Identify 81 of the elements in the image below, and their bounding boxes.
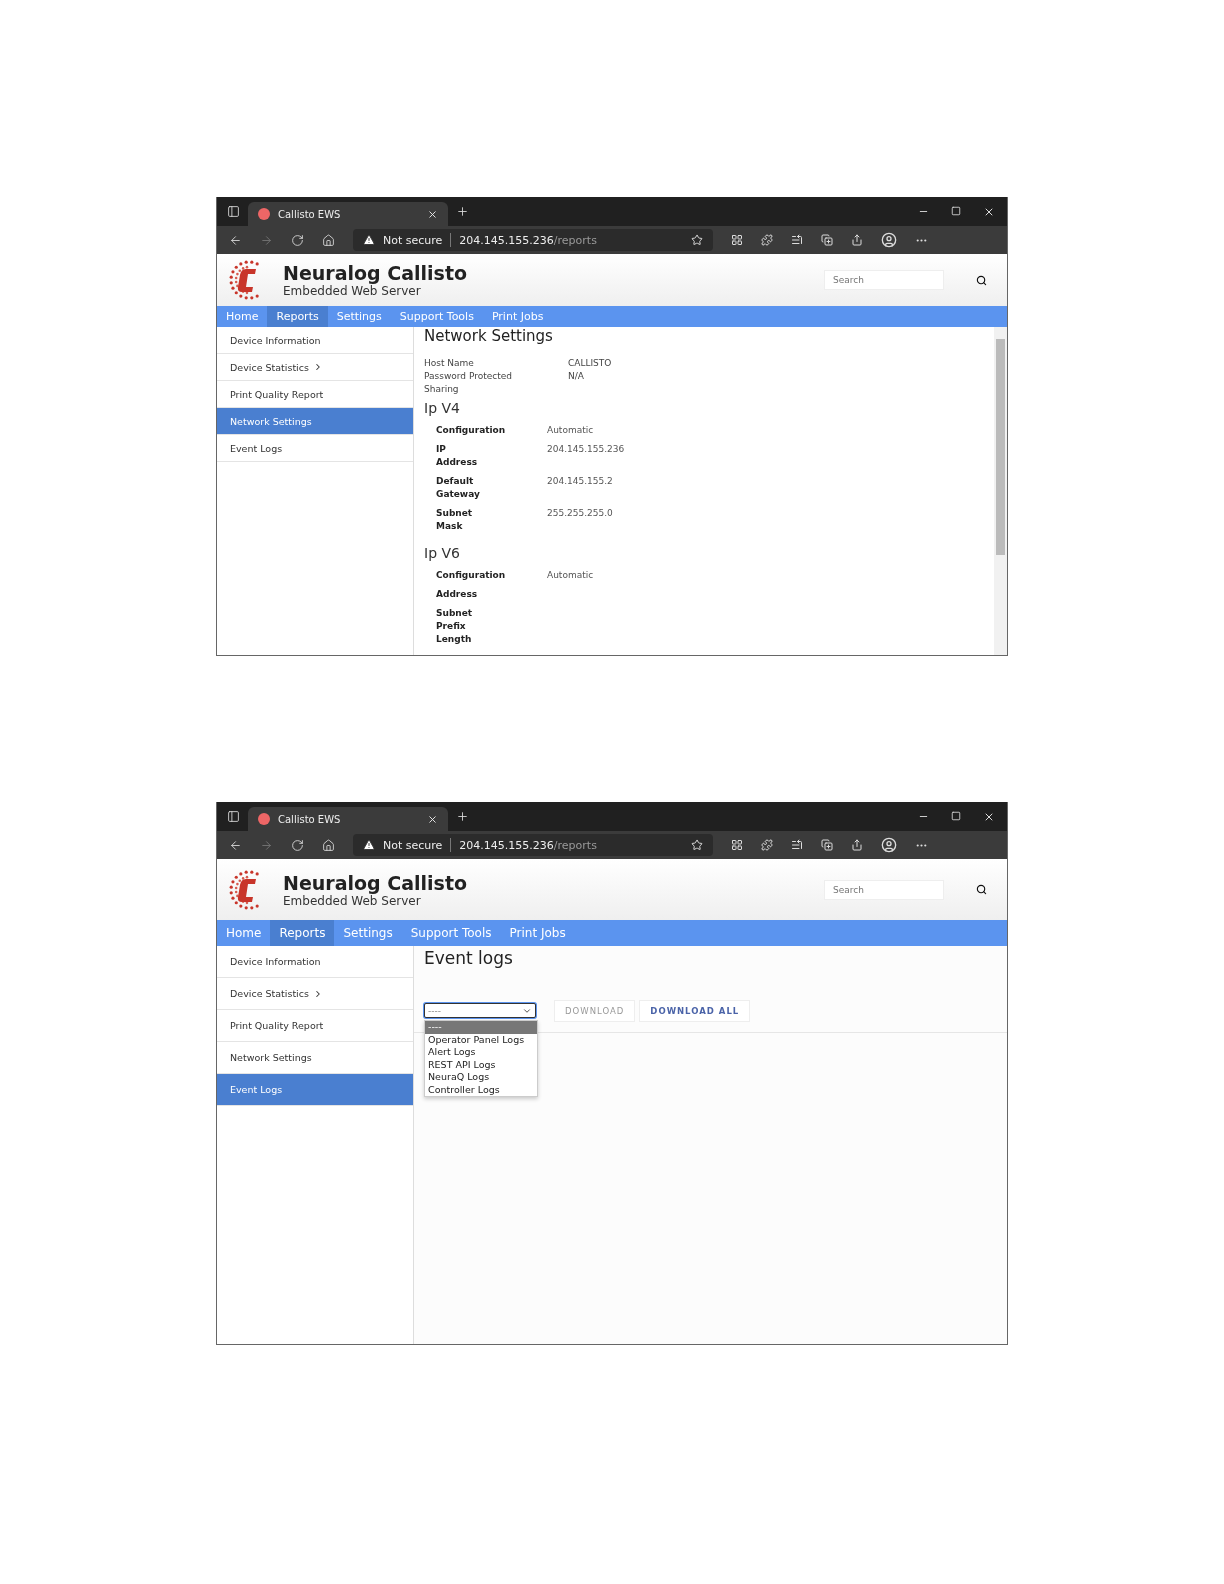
favicon-icon: [258, 208, 270, 220]
new-tab-icon[interactable]: [456, 205, 469, 218]
maximize-icon[interactable]: [951, 205, 961, 216]
favorites-icon[interactable]: [791, 234, 803, 246]
reload-icon[interactable]: [291, 838, 304, 852]
download-button[interactable]: DOWNLOAD ALL: [639, 1000, 751, 1022]
log-type-select[interactable]: ----: [424, 1003, 536, 1018]
extension-icon[interactable]: [731, 234, 743, 246]
security-label: Not secure: [383, 233, 443, 247]
back-icon[interactable]: [229, 838, 242, 852]
field-value: 204.145.155.2: [547, 475, 613, 488]
puzzle-icon[interactable]: [761, 839, 773, 851]
field-value: 255.255.255.0: [547, 507, 613, 520]
favicon-icon: [258, 813, 270, 825]
field-label: Password Protected: [424, 370, 513, 383]
puzzle-icon[interactable]: [761, 234, 773, 246]
search-icon[interactable]: [976, 274, 987, 286]
home-icon[interactable]: [322, 233, 335, 247]
field-label: Subnet Prefix Length: [436, 607, 473, 646]
warning-icon: [363, 234, 375, 246]
field-label: Sharing: [424, 383, 460, 396]
section-title: Ip V4: [424, 400, 461, 416]
sidebar-toggle-icon[interactable]: [227, 810, 240, 823]
tab-title: Callisto EWS: [278, 813, 342, 825]
field-value: N/A: [568, 370, 584, 383]
field-value: Automatic: [547, 424, 594, 437]
field-label: Subnet Mask: [436, 507, 473, 533]
security-label: Not secure: [383, 838, 443, 852]
site-subtitle: Embedded Web Server: [283, 284, 422, 298]
maximize-icon[interactable]: [951, 810, 961, 821]
field-label: Default Gateway: [436, 475, 480, 501]
address-field[interactable]: Not secure 204.145.155.236/reports: [353, 834, 713, 856]
extension-icon[interactable]: [731, 839, 743, 851]
profile-icon[interactable]: [881, 232, 897, 248]
share-icon[interactable]: [851, 839, 863, 851]
page-title: Network Settings: [424, 327, 554, 345]
section-title: Ip V6: [424, 545, 461, 561]
sidebar-toggle-icon[interactable]: [227, 205, 240, 218]
collections-icon[interactable]: [821, 839, 833, 851]
field-label: IP Address: [436, 443, 478, 469]
site-title: Neuralog Callisto: [283, 262, 468, 284]
favorite-add-icon[interactable]: [691, 234, 703, 246]
site-title: Neuralog Callisto: [283, 871, 468, 894]
reload-icon[interactable]: [291, 233, 304, 247]
nav-tab[interactable]: Reports: [267, 306, 328, 327]
nav-tab[interactable]: Reports: [270, 920, 335, 946]
field-value: CALLISTO: [568, 357, 612, 370]
new-tab-icon[interactable]: [456, 810, 469, 823]
profile-icon[interactable]: [881, 837, 897, 853]
search-field[interactable]: Search: [824, 270, 944, 290]
field-value: 204.145.155.236: [547, 443, 625, 456]
dropdown-option[interactable]: NeuraQ Logs: [425, 1071, 537, 1084]
page-title: Event logs: [424, 948, 514, 968]
sidebar-item[interactable]: Event Logs: [217, 1074, 413, 1106]
close-tab-icon[interactable]: [427, 208, 438, 220]
field-label: Host Name: [424, 357, 475, 370]
browser-tab[interactable]: Callisto EWS: [248, 202, 448, 226]
sidebar-item[interactable]: Network Settings: [217, 408, 413, 435]
dropdown-option[interactable]: ----: [425, 1021, 537, 1034]
warning-icon: [363, 839, 375, 851]
site-subtitle: Embedded Web Server: [283, 893, 422, 908]
back-icon[interactable]: [229, 233, 242, 247]
close-tab-icon[interactable]: [427, 813, 438, 825]
url-text: 204.145.155.236/reports: [459, 233, 598, 247]
field-label: Configuration: [436, 424, 506, 437]
browser-tab[interactable]: Callisto EWS: [248, 807, 448, 831]
search-icon[interactable]: [976, 884, 987, 895]
search-field[interactable]: Search: [824, 879, 944, 900]
dropdown-option[interactable]: Alert Logs: [425, 1046, 537, 1059]
field-value: Automatic: [547, 569, 594, 582]
scrollbar[interactable]: [994, 327, 1007, 655]
field-label: Configuration: [436, 569, 506, 582]
tab-title: Callisto EWS: [278, 208, 342, 220]
favorites-icon[interactable]: [791, 839, 803, 851]
url-text: 204.145.155.236/reports: [459, 838, 598, 852]
field-label: Address: [436, 588, 478, 601]
share-icon[interactable]: [851, 234, 863, 246]
address-field[interactable]: Not secure 204.145.155.236/reports: [353, 229, 713, 251]
home-icon[interactable]: [322, 838, 335, 852]
favorite-add-icon[interactable]: [691, 839, 703, 851]
collections-icon[interactable]: [821, 234, 833, 246]
